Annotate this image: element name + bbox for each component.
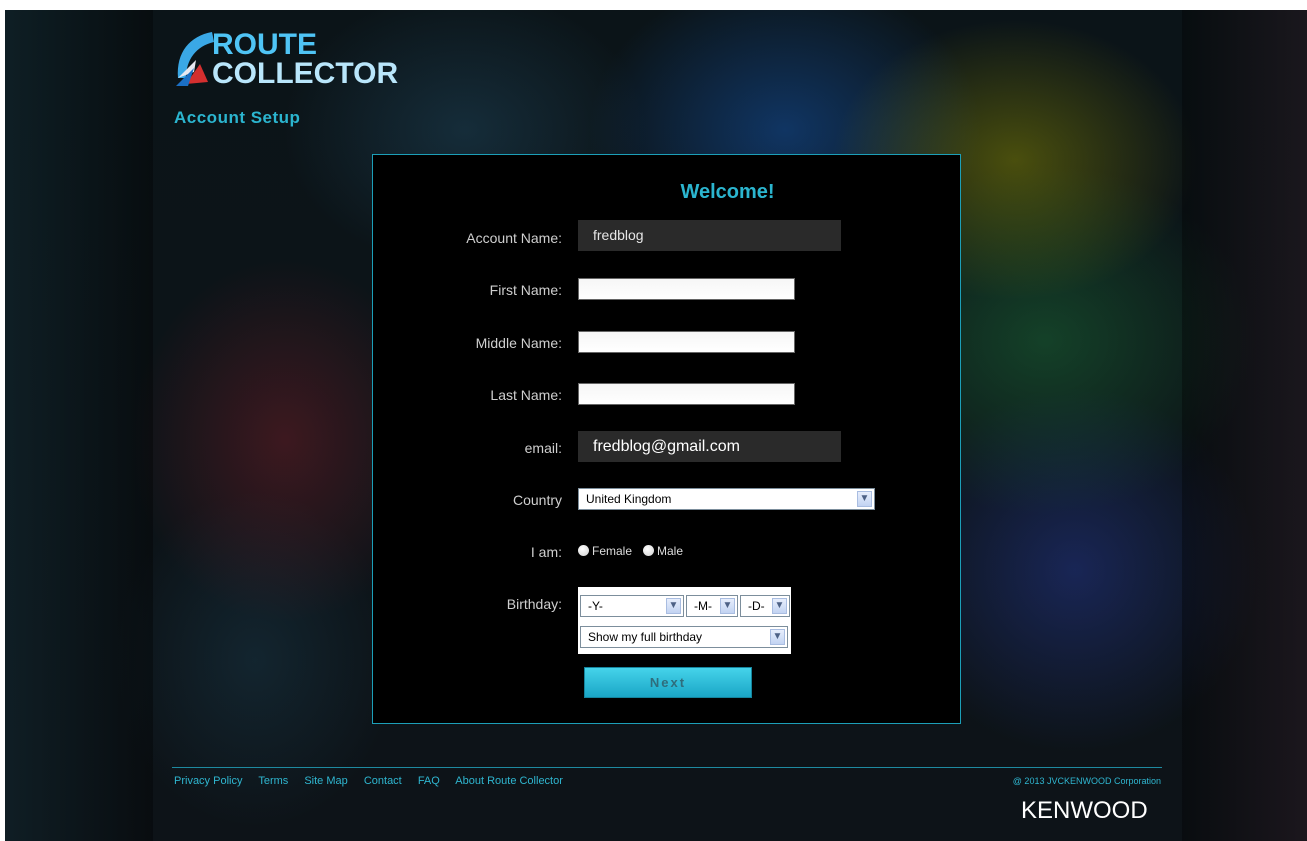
footer-link-terms[interactable]: Terms <box>258 775 288 787</box>
email-field: fredblog@gmail.com <box>578 431 841 462</box>
account-setup-panel: Welcome! Account Name: fredblog First Na… <box>372 154 961 724</box>
footer-link-sitemap[interactable]: Site Map <box>304 775 347 787</box>
birthday-selects: -Y- ▼ -M- ▼ -D- ▼ Show my full birthday … <box>578 587 791 654</box>
country-label: Country <box>512 492 562 508</box>
chevron-down-icon: ▼ <box>857 491 872 507</box>
kenwood-logo: KENWOOD <box>1021 797 1148 824</box>
copyright-text: @ 2013 JVCKENWOOD Corporation <box>1012 776 1161 786</box>
birthday-month-value: -M- <box>694 599 712 613</box>
footer-link-about[interactable]: About Route Collector <box>455 775 563 787</box>
account-name-label: Account Name: <box>466 230 562 246</box>
country-select[interactable]: United Kingdom ▼ <box>578 488 875 510</box>
right-margin <box>1182 10 1307 841</box>
male-label: Male <box>657 544 684 558</box>
birthday-month-select[interactable]: -M- ▼ <box>686 595 738 617</box>
birthday-year-select[interactable]: -Y- ▼ <box>580 595 684 617</box>
logo-line1: ROUTE <box>212 28 317 61</box>
account-name-field: fredblog <box>578 220 841 251</box>
middle-name-input[interactable] <box>578 331 795 353</box>
male-radio[interactable] <box>643 545 654 556</box>
birthday-label: Birthday: <box>506 596 562 612</box>
gender-label: I am: <box>530 544 562 560</box>
first-name-input[interactable] <box>578 278 795 300</box>
footer-link-faq[interactable]: FAQ <box>418 775 440 787</box>
footer-links: Privacy Policy Terms Site Map Contact FA… <box>174 775 576 787</box>
last-name-label: Last Name: <box>490 387 562 403</box>
footer-link-contact[interactable]: Contact <box>364 775 402 787</box>
chevron-down-icon: ▼ <box>720 598 735 614</box>
middle-name-label: Middle Name: <box>475 335 562 351</box>
birthday-day-select[interactable]: -D- ▼ <box>740 595 790 617</box>
country-selected-value: United Kingdom <box>586 492 672 506</box>
last-name-input[interactable] <box>578 383 795 405</box>
route-logo-icon <box>176 32 214 86</box>
chevron-down-icon: ▼ <box>770 629 785 645</box>
female-radio[interactable] <box>578 545 589 556</box>
female-label: Female <box>592 544 633 558</box>
chevron-down-icon: ▼ <box>772 598 787 614</box>
birthday-day-value: -D- <box>748 599 765 613</box>
birthday-visibility-value: Show my full birthday <box>588 630 703 644</box>
route-collector-logo[interactable]: ROUTE COLLECTOR <box>172 30 412 92</box>
welcome-heading: Welcome! <box>680 181 775 203</box>
first-name-label: First Name: <box>489 282 562 298</box>
logo-line2: COLLECTOR <box>212 57 399 90</box>
chevron-down-icon: ▼ <box>666 598 681 614</box>
page-title: Account Setup <box>174 108 301 127</box>
birthday-year-value: -Y- <box>588 599 603 613</box>
next-button[interactable]: Next <box>584 667 752 698</box>
birthday-visibility-select[interactable]: Show my full birthday ▼ <box>580 626 788 648</box>
footer-divider <box>172 767 1162 768</box>
left-margin <box>5 10 153 841</box>
email-label: email: <box>524 440 562 456</box>
footer-link-privacy[interactable]: Privacy Policy <box>174 775 242 787</box>
